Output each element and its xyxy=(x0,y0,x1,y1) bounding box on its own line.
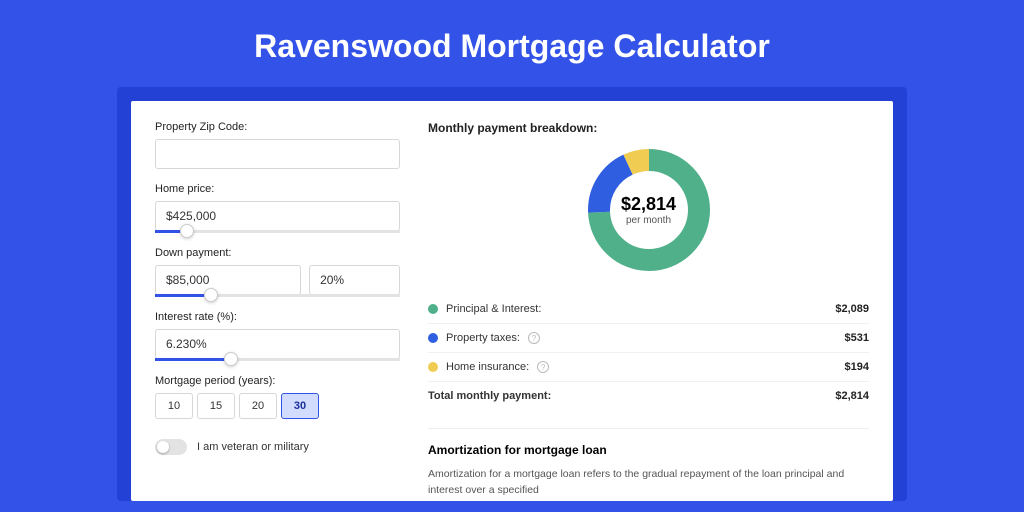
breakdown-legend: Principal & Interest: $2,089 Property ta… xyxy=(428,295,869,410)
home-price-label: Home price: xyxy=(155,183,400,195)
interest-slider[interactable] xyxy=(155,358,400,361)
legend-label: Principal & Interest: xyxy=(446,303,541,315)
breakdown-title: Monthly payment breakdown: xyxy=(428,121,869,135)
period-label: Mortgage period (years): xyxy=(155,375,400,387)
legend-item-insurance: Home insurance: ? $194 xyxy=(428,352,869,381)
legend-item-total: Total monthly payment: $2,814 xyxy=(428,381,869,410)
period-options: 10 15 20 30 xyxy=(155,393,400,419)
card-container: Property Zip Code: Home price: Down paym… xyxy=(117,87,907,501)
legend-item-principal: Principal & Interest: $2,089 xyxy=(428,295,869,323)
legend-label: Property taxes: xyxy=(446,332,520,344)
legend-value: $2,089 xyxy=(835,303,869,315)
amortization-section: Amortization for mortgage loan Amortizat… xyxy=(428,428,869,499)
period-group: Mortgage period (years): 10 15 20 30 xyxy=(155,375,400,419)
legend-value: $194 xyxy=(845,361,869,373)
calculator-card: Property Zip Code: Home price: Down paym… xyxy=(131,101,893,501)
donut-chart: $2,814 per month xyxy=(584,145,714,275)
info-icon[interactable]: ? xyxy=(537,361,549,373)
interest-label: Interest rate (%): xyxy=(155,311,400,323)
input-panel: Property Zip Code: Home price: Down paym… xyxy=(155,121,400,481)
down-payment-slider[interactable] xyxy=(155,294,400,297)
dot-icon xyxy=(428,333,438,343)
period-option-10[interactable]: 10 xyxy=(155,393,193,419)
down-payment-label: Down payment: xyxy=(155,247,400,259)
down-payment-group: Down payment: xyxy=(155,247,400,297)
veteran-label: I am veteran or military xyxy=(197,441,309,453)
zip-group: Property Zip Code: xyxy=(155,121,400,169)
zip-label: Property Zip Code: xyxy=(155,121,400,133)
home-price-slider[interactable] xyxy=(155,230,400,233)
dot-icon xyxy=(428,304,438,314)
down-payment-amount-input[interactable] xyxy=(155,265,301,295)
legend-label: Home insurance: xyxy=(446,361,529,373)
home-price-group: Home price: xyxy=(155,183,400,233)
info-icon[interactable]: ? xyxy=(528,332,540,344)
veteran-toggle[interactable] xyxy=(155,439,187,455)
dot-icon xyxy=(428,362,438,372)
period-option-20[interactable]: 20 xyxy=(239,393,277,419)
legend-value: $531 xyxy=(845,332,869,344)
down-payment-percent-input[interactable] xyxy=(309,265,400,295)
period-option-30[interactable]: 30 xyxy=(281,393,319,419)
zip-input[interactable] xyxy=(155,139,400,169)
page-title: Ravenswood Mortgage Calculator xyxy=(0,0,1024,87)
period-option-15[interactable]: 15 xyxy=(197,393,235,419)
total-value: $2,814 xyxy=(835,390,869,402)
results-panel: Monthly payment breakdown: $2,814 per mo… xyxy=(428,121,869,481)
legend-item-taxes: Property taxes: ? $531 xyxy=(428,323,869,352)
veteran-row: I am veteran or military xyxy=(155,439,400,455)
donut-center-label: per month xyxy=(626,215,671,226)
donut-chart-wrap: $2,814 per month xyxy=(428,145,869,275)
amortization-title: Amortization for mortgage loan xyxy=(428,443,869,457)
total-label: Total monthly payment: xyxy=(428,390,551,402)
interest-group: Interest rate (%): xyxy=(155,311,400,361)
interest-input[interactable] xyxy=(155,329,400,359)
amortization-text: Amortization for a mortgage loan refers … xyxy=(428,467,869,499)
donut-center-value: $2,814 xyxy=(621,194,676,215)
